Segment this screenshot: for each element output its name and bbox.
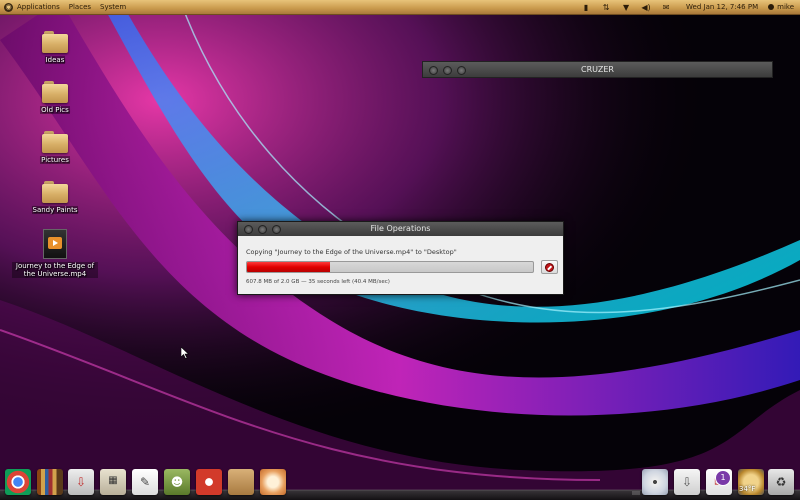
installer-icon[interactable]: ⇩ bbox=[68, 469, 94, 495]
shell-icon[interactable] bbox=[260, 469, 286, 495]
music-player-icon[interactable] bbox=[196, 469, 222, 495]
dock-shelf bbox=[0, 489, 800, 500]
books-icon[interactable] bbox=[37, 469, 63, 495]
text-editor-icon[interactable]: ✎ bbox=[132, 469, 158, 495]
package-icon[interactable] bbox=[228, 469, 254, 495]
dvd-icon[interactable] bbox=[642, 469, 668, 495]
trash-icon[interactable]: ♻ bbox=[768, 469, 794, 495]
android-icon[interactable]: ☻ bbox=[164, 469, 190, 495]
mail-unread-badge: 1 bbox=[715, 470, 731, 486]
chrome-icon[interactable] bbox=[5, 469, 31, 495]
weather-temperature: 34°F bbox=[739, 485, 756, 493]
usb-drive-icon[interactable]: ⇩ bbox=[674, 469, 700, 495]
calculator-icon[interactable]: ▦ bbox=[100, 469, 126, 495]
